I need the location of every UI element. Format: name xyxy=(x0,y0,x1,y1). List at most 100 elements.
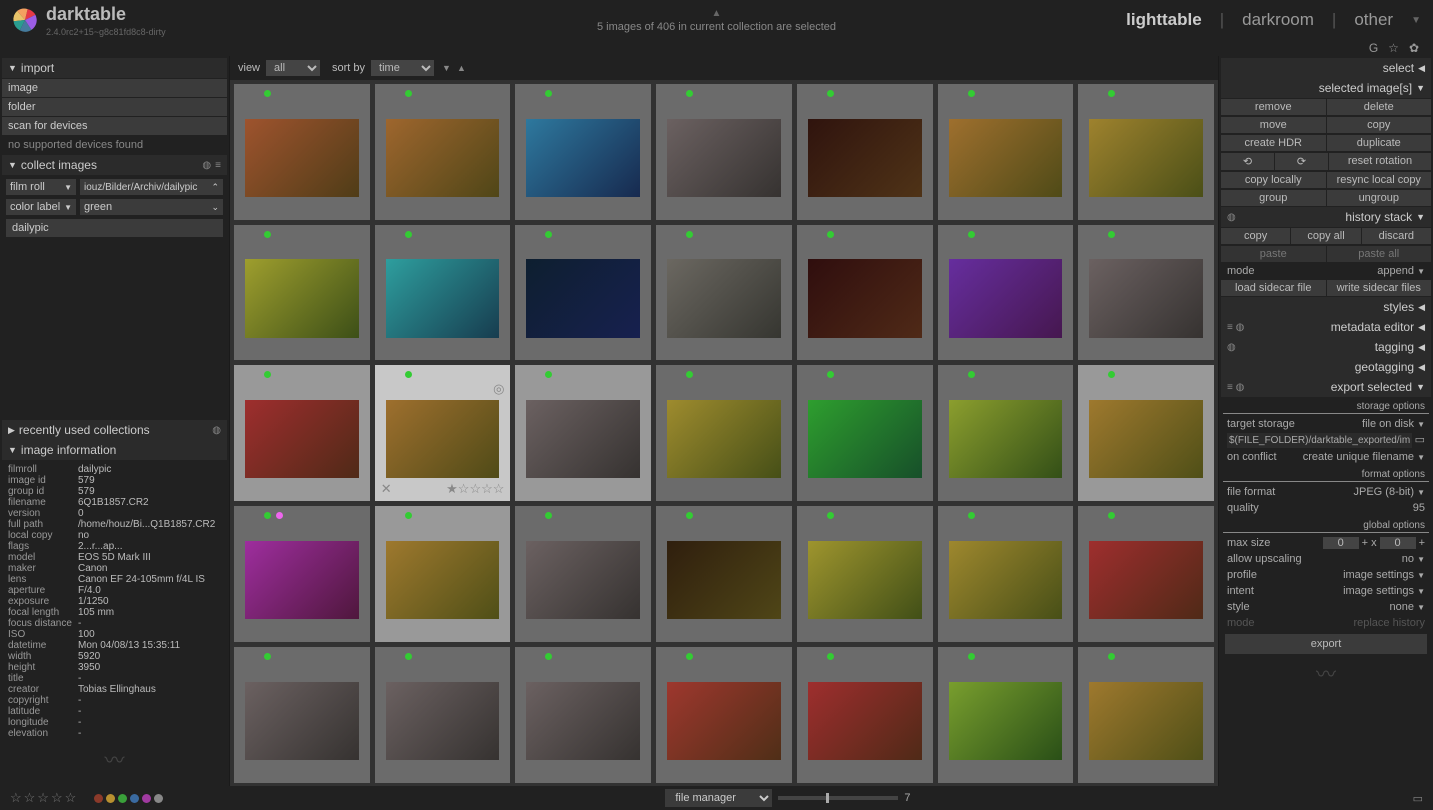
rotate-cw-button[interactable]: ⟳ xyxy=(1275,153,1328,170)
preset-icon[interactable]: ◍ xyxy=(212,425,221,436)
format-select[interactable]: JPEG (8-bit) ▼ xyxy=(1354,486,1426,498)
thumbnail[interactable] xyxy=(938,84,1074,220)
color-labels[interactable] xyxy=(94,794,163,803)
thumbnail[interactable] xyxy=(515,84,651,220)
thumbnail[interactable] xyxy=(797,647,933,783)
copylocal-button[interactable]: copy locally xyxy=(1221,172,1326,188)
hist-discard[interactable]: discard xyxy=(1362,228,1431,244)
delete-button[interactable]: delete xyxy=(1327,99,1432,115)
layout-select[interactable]: file manager xyxy=(665,789,772,807)
rating-stars[interactable]: ☆☆☆☆☆ xyxy=(10,790,78,806)
thumbnail-grid[interactable]: ✕★☆☆☆☆◎ xyxy=(230,80,1218,786)
ungroup-button[interactable]: ungroup xyxy=(1327,190,1432,206)
preset-icon[interactable]: ◍ xyxy=(202,160,211,171)
intent-select[interactable]: image settings ▼ xyxy=(1343,585,1425,597)
colorlabel-button[interactable] xyxy=(154,794,163,803)
group-icon[interactable]: G xyxy=(1369,41,1378,55)
thumbnail[interactable] xyxy=(234,84,370,220)
export-header[interactable]: ≡ ◍export selected▼ xyxy=(1221,377,1431,397)
tab-other[interactable]: other xyxy=(1354,10,1393,30)
createhdr-button[interactable]: create HDR xyxy=(1221,135,1326,151)
selected-header[interactable]: selected image[s]▼ xyxy=(1221,78,1431,98)
mode-select[interactable]: append ▼ xyxy=(1377,265,1425,277)
thumbnail[interactable] xyxy=(375,84,511,220)
thumbnail[interactable] xyxy=(375,506,511,642)
tab-lighttable[interactable]: lighttable xyxy=(1126,10,1202,30)
collect-rule2-type[interactable]: color label▼ xyxy=(6,199,76,215)
hist-copy[interactable]: copy xyxy=(1221,228,1290,244)
group-icon[interactable]: ◎ xyxy=(493,381,504,397)
import-header[interactable]: ▼import xyxy=(2,58,227,78)
conflict-select[interactable]: create unique filename ▼ xyxy=(1303,451,1425,463)
collect-tag[interactable]: dailypic xyxy=(6,219,223,237)
display-icon[interactable]: ▭ xyxy=(1413,792,1423,805)
thumbnail[interactable] xyxy=(797,506,933,642)
thumbnail[interactable] xyxy=(234,647,370,783)
thumbnail[interactable] xyxy=(375,225,511,361)
group-button[interactable]: group xyxy=(1221,190,1326,206)
thumbnail[interactable] xyxy=(515,365,651,501)
remove-button[interactable]: remove xyxy=(1221,99,1326,115)
tagging-header[interactable]: ◍tagging◀ xyxy=(1221,337,1431,357)
thumbnail[interactable] xyxy=(938,506,1074,642)
copy-button[interactable]: copy xyxy=(1327,117,1432,133)
thumbnail[interactable] xyxy=(797,84,933,220)
export-path[interactable] xyxy=(1227,433,1412,448)
thumbnail[interactable] xyxy=(234,506,370,642)
thumbnail[interactable] xyxy=(656,365,792,501)
quality-value[interactable]: 95 xyxy=(1413,502,1425,514)
styles-header[interactable]: styles◀ xyxy=(1221,297,1431,317)
upscale-select[interactable]: no ▼ xyxy=(1402,553,1425,565)
maxw-input[interactable] xyxy=(1323,537,1359,549)
duplicate-button[interactable]: duplicate xyxy=(1327,135,1432,151)
resync-button[interactable]: resync local copy xyxy=(1327,172,1432,188)
browse-icon[interactable]: ▭ xyxy=(1415,433,1425,448)
thumbnail[interactable] xyxy=(375,647,511,783)
hist-paste[interactable]: paste xyxy=(1221,246,1326,262)
thumbnail[interactable] xyxy=(1078,647,1214,783)
load-sidecar[interactable]: load sidecar file xyxy=(1221,280,1326,296)
thumbnail[interactable] xyxy=(656,647,792,783)
preset-icon[interactable]: ◍ xyxy=(1227,212,1236,223)
thumbnail[interactable] xyxy=(1078,84,1214,220)
thumbnail[interactable] xyxy=(938,647,1074,783)
info-header[interactable]: ▼image information xyxy=(2,440,227,460)
thumbnail[interactable] xyxy=(515,225,651,361)
thumbnail[interactable] xyxy=(234,225,370,361)
zoom-slider[interactable] xyxy=(778,796,898,800)
resetrot-button[interactable]: reset rotation xyxy=(1329,153,1431,170)
colorlabel-button[interactable] xyxy=(142,794,151,803)
gear-icon[interactable]: ✿ xyxy=(1409,41,1419,55)
select-header[interactable]: select◀ xyxy=(1221,58,1431,78)
write-sidecar[interactable]: write sidecar files xyxy=(1327,280,1432,296)
recent-header[interactable]: ▶recently used collections◍ xyxy=(2,420,227,440)
import-scan[interactable]: scan for devices xyxy=(2,117,227,135)
thumbnail[interactable] xyxy=(938,225,1074,361)
thumbnail[interactable] xyxy=(656,506,792,642)
hist-copyall[interactable]: copy all xyxy=(1291,228,1360,244)
thumbnail[interactable] xyxy=(515,506,651,642)
plus-icon[interactable]: + xyxy=(1362,537,1368,549)
thumbnail[interactable] xyxy=(656,225,792,361)
collect-rule2-value[interactable]: green⌄ xyxy=(80,199,223,215)
colorlabel-button[interactable] xyxy=(118,794,127,803)
thumbnail[interactable] xyxy=(797,365,933,501)
thumbnail[interactable] xyxy=(234,365,370,501)
metadata-header[interactable]: ≡ ◍metadata editor◀ xyxy=(1221,317,1431,337)
collect-rule1-value[interactable]: iouz/Bilder/Archiv/dailypic⌃ xyxy=(80,179,223,195)
thumbnail[interactable] xyxy=(1078,225,1214,361)
target-select[interactable]: file on disk ▼ xyxy=(1362,418,1425,430)
sort-select[interactable]: time xyxy=(371,60,434,76)
rating-stars[interactable]: ★☆☆☆☆ xyxy=(446,481,504,497)
thumbnail[interactable] xyxy=(515,647,651,783)
import-image[interactable]: image xyxy=(2,79,227,97)
tab-darkroom[interactable]: darkroom xyxy=(1242,10,1314,30)
menu-icon[interactable]: ≡ xyxy=(215,160,221,171)
colorlabel-button[interactable] xyxy=(130,794,139,803)
rotate-ccw-button[interactable]: ⟲ xyxy=(1221,153,1274,170)
expand-icon[interactable]: ⌃ xyxy=(211,182,219,193)
maxh-input[interactable] xyxy=(1380,537,1416,549)
thumbnail[interactable]: ✕★☆☆☆☆◎ xyxy=(375,365,511,501)
colorlabel-button[interactable] xyxy=(94,794,103,803)
thumbnail[interactable] xyxy=(1078,365,1214,501)
